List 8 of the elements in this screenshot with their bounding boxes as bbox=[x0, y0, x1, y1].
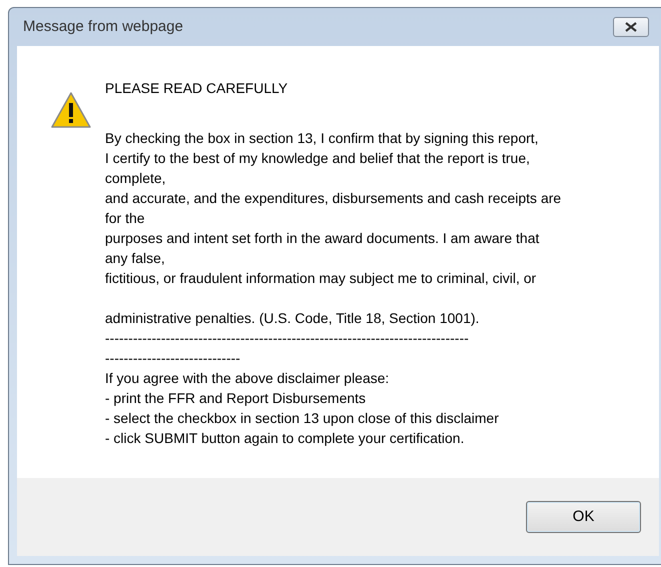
close-button[interactable] bbox=[613, 17, 649, 37]
window-title: Message from webpage bbox=[23, 16, 184, 37]
ok-button[interactable]: OK bbox=[526, 501, 641, 533]
message-text: By checking the box in section 13, I confirm that by signing this report, I certify to the best of my knowledge and belief that the report is true, complete, and accurate, and the expenditures, disbursements and cash receipts are for the purposes and intent set forth in the award documents. I am aware that any false, fictitious, or fraudulent information may subject me to criminal, civil, or bbox=[105, 129, 562, 288]
dialog-heading: PLEASE READ CAREFULLY bbox=[105, 79, 289, 98]
message-text: administrative penalties. (U.S. Code, Title 18, Section 1001). ------------------------------------------------------------------------------ ----------------------------- If you agree with the above disclaimer please: - print the FFR and Report Disbursements - select the checkbox in section 13 upon close of this disclaimer - click SUBMIT button again to complete your certification. bbox=[105, 309, 500, 448]
close-icon bbox=[625, 22, 637, 32]
warning-icon bbox=[50, 91, 92, 129]
